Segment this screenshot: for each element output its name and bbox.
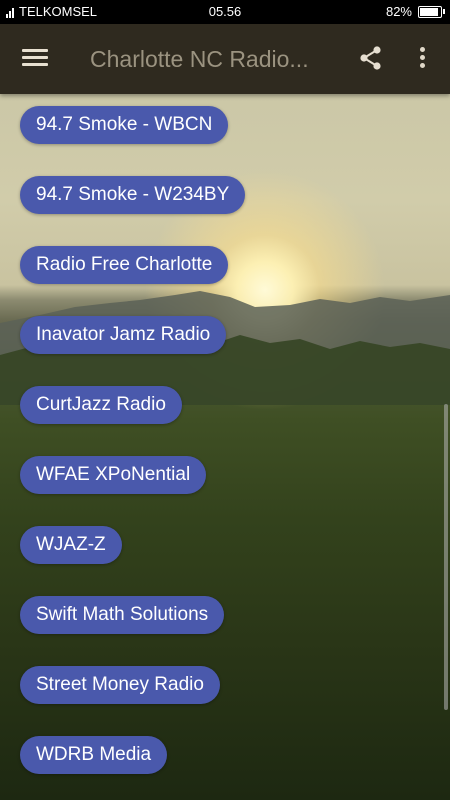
station-button[interactable]: WJAZ-Z — [20, 526, 122, 564]
status-bar: TELKOMSEL 05.56 82% — [0, 0, 450, 24]
clock: 05.56 — [208, 4, 242, 19]
station-button[interactable]: 94.7 Smoke - WBCN — [20, 106, 229, 144]
battery-icon — [418, 5, 445, 18]
share-icon[interactable] — [357, 44, 385, 72]
battery-percent: 82% — [385, 4, 412, 19]
app-bar: Charlotte NC Radio... — [0, 24, 450, 94]
station-button[interactable]: Swift Math Solutions — [20, 596, 225, 634]
station-button[interactable]: CurtJazz Radio — [20, 386, 182, 424]
station-button[interactable]: Street Money Radio — [20, 666, 220, 704]
station-button[interactable]: WFAE XPoNential — [20, 456, 207, 494]
station-button[interactable]: WDRB Media — [20, 736, 168, 774]
app-title: Charlotte NC Radio... — [90, 46, 309, 72]
scrollbar[interactable] — [444, 404, 448, 710]
hamburger-menu-icon[interactable] — [22, 46, 48, 72]
station-button[interactable]: Inavator Jamz Radio — [20, 316, 227, 354]
station-list[interactable]: 94.7 Smoke - WBCN 94.7 Smoke - W234BY Ra… — [0, 94, 450, 800]
station-button[interactable]: 94.7 Smoke - W234BY — [20, 176, 246, 214]
more-vert-icon[interactable] — [415, 44, 429, 72]
station-button[interactable]: Radio Free Charlotte — [20, 246, 229, 284]
status-right: 82% — [385, 4, 445, 19]
